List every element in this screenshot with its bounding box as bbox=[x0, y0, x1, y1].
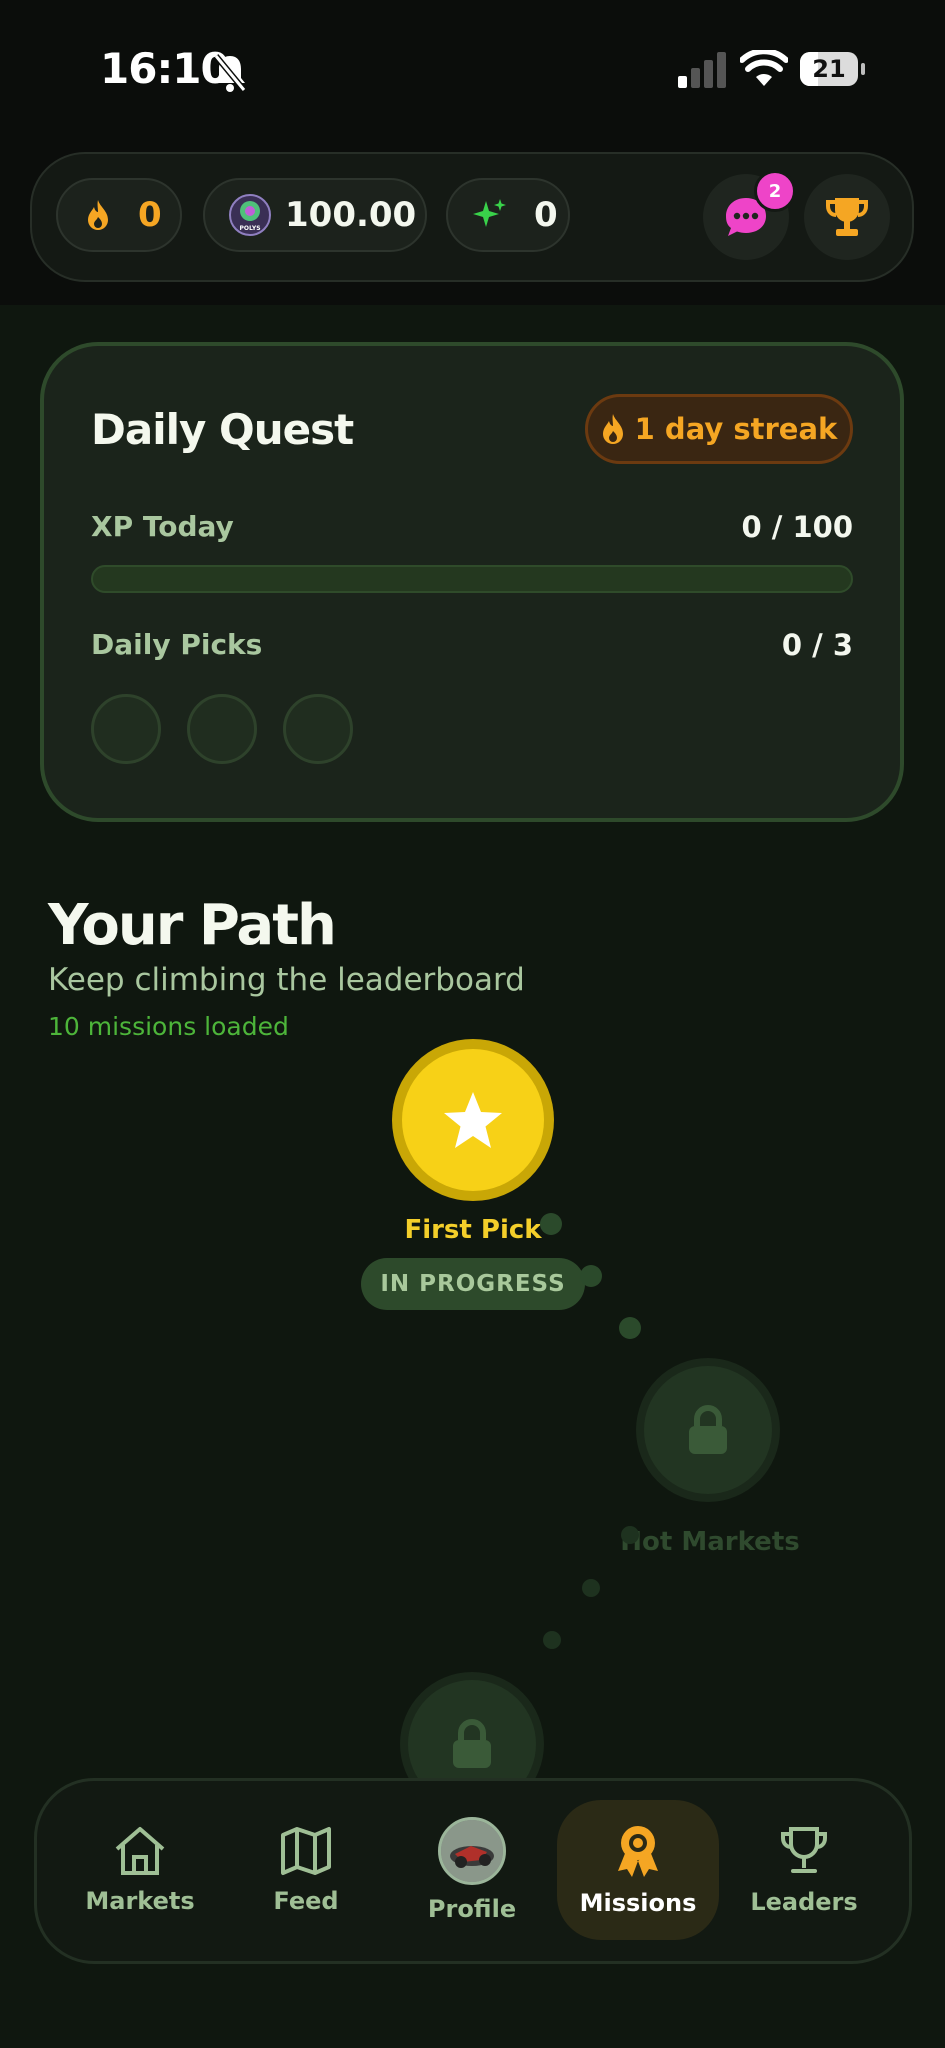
sparkle-count: 0 bbox=[534, 195, 558, 235]
streak-badge: 1 day streak bbox=[585, 394, 853, 464]
path-trail-dot bbox=[580, 1265, 602, 1287]
daily-picks-label: Daily Picks bbox=[91, 628, 263, 661]
battery-level: 21 bbox=[812, 55, 846, 83]
sparkle-icon bbox=[472, 197, 508, 233]
map-icon bbox=[279, 1825, 333, 1877]
sparkle-pill[interactable]: 0 bbox=[446, 178, 570, 252]
chat-unread-badge: 2 bbox=[754, 170, 796, 212]
avatar bbox=[438, 1817, 506, 1885]
nav-label: Markets bbox=[85, 1887, 195, 1915]
cellular-signal-icon bbox=[678, 52, 728, 88]
path-trail-dot bbox=[619, 1317, 641, 1339]
mission-label: First Pick bbox=[404, 1215, 542, 1245]
polys-coin-icon: POLYS bbox=[229, 194, 271, 236]
mission-status-badge: IN PROGRESS bbox=[361, 1258, 585, 1310]
wifi-icon bbox=[739, 48, 789, 88]
mission-label: Hot Markets bbox=[620, 1527, 800, 1557]
path-trail-dot bbox=[540, 1213, 562, 1235]
daily-pick-slot bbox=[283, 694, 353, 764]
nav-item-markets[interactable]: Markets bbox=[59, 1800, 221, 1940]
missions-loaded-text: 10 missions loaded bbox=[48, 1012, 289, 1041]
nav-label: Missions bbox=[579, 1889, 697, 1917]
streak-count: 0 bbox=[138, 195, 162, 235]
nav-item-feed[interactable]: Feed bbox=[225, 1800, 387, 1940]
streak-text: 1 day streak bbox=[634, 412, 838, 446]
path-trail-dot bbox=[582, 1579, 600, 1597]
path-trail-dot bbox=[621, 1526, 639, 1544]
xp-today-label: XP Today bbox=[91, 510, 234, 543]
streak-pill[interactable]: 0 bbox=[56, 178, 182, 252]
coin-balance-pill[interactable]: POLYS 100.00 bbox=[203, 178, 427, 252]
nav-item-missions[interactable]: Missions bbox=[557, 1800, 719, 1940]
mission-node-hot-markets[interactable] bbox=[636, 1358, 780, 1502]
flame-icon bbox=[86, 199, 110, 231]
daily-pick-slot bbox=[91, 694, 161, 764]
mission-node-first-pick[interactable] bbox=[392, 1039, 554, 1201]
award-ribbon-icon bbox=[612, 1823, 664, 1879]
path-trail-dot bbox=[543, 1631, 561, 1649]
muted-bell-icon bbox=[210, 50, 250, 94]
lock-icon bbox=[686, 1404, 730, 1456]
path-subtitle: Keep climbing the leaderboard bbox=[48, 962, 525, 998]
trophy-icon bbox=[778, 1824, 830, 1878]
path-title: Your Path bbox=[48, 893, 337, 958]
battery-icon: 21 bbox=[800, 52, 866, 88]
home-icon bbox=[112, 1825, 168, 1877]
nav-label: Leaders bbox=[750, 1888, 858, 1916]
daily-pick-slot bbox=[187, 694, 257, 764]
daily-picks-value: 0 / 3 bbox=[781, 628, 853, 662]
star-icon bbox=[442, 1090, 504, 1150]
nav-label: Profile bbox=[427, 1895, 517, 1923]
xp-today-value: 0 / 100 bbox=[741, 510, 854, 544]
xp-progress-bar bbox=[91, 565, 853, 593]
lock-icon bbox=[450, 1718, 494, 1770]
flame-icon bbox=[601, 413, 625, 445]
nav-item-profile[interactable]: Profile bbox=[391, 1800, 553, 1940]
nav-item-leaders[interactable]: Leaders bbox=[723, 1800, 885, 1940]
nav-label: Feed bbox=[273, 1887, 339, 1915]
trophy-button[interactable] bbox=[804, 174, 890, 260]
daily-quest-title: Daily Quest bbox=[91, 405, 354, 454]
trophy-icon bbox=[825, 194, 869, 240]
coin-balance: 100.00 bbox=[285, 195, 417, 235]
coin-logo-text: POLYS bbox=[239, 225, 260, 232]
